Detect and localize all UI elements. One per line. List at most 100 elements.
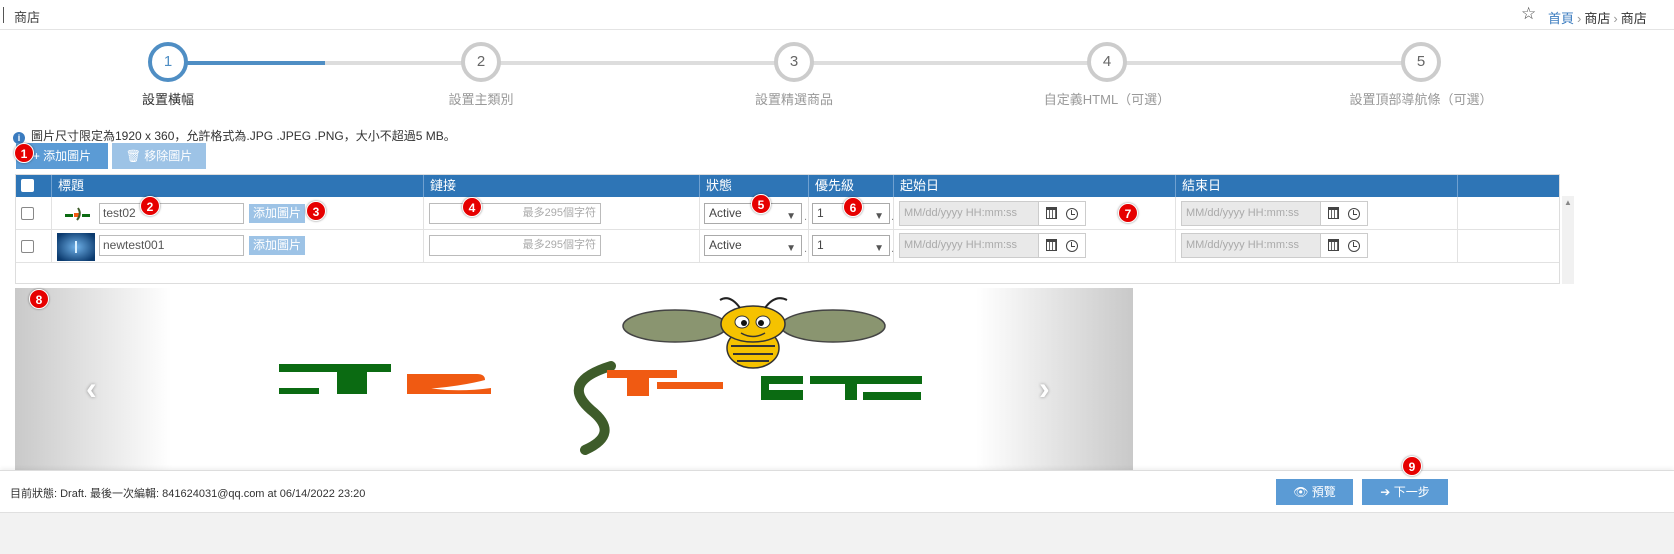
carousel-prev-icon[interactable]: ‹ [86, 370, 97, 407]
trash-icon: 🗑 [125, 149, 145, 163]
remove-image-label: 移除圖片 [144, 149, 193, 163]
calendar-icon[interactable] [1328, 239, 1339, 251]
annotation-badge-1: 1 [14, 143, 34, 163]
row-checkbox[interactable] [21, 240, 34, 253]
annotation-badge-4: 4 [462, 197, 482, 217]
start-date-pickers [1039, 233, 1086, 258]
end-date-cell: MM/dd/yyyy HH:mm:ss [1176, 197, 1458, 230]
breadcrumb: 首頁 › 商店 › 商店 [1548, 8, 1647, 27]
header-link: 鏈接 [424, 175, 700, 197]
annotation-badge-3: 3 [306, 201, 326, 221]
header-status: 狀態 [700, 175, 809, 197]
step-2[interactable]: 2 設置主類別 [381, 42, 581, 108]
draft-status-text: 目前狀態: Draft. 最後一次編輯: 841624031@qq.com at… [10, 488, 366, 500]
table-row: newtest001 添加圖片 最多295個字符 Active ▼ . 1 ▼ . … [16, 230, 1559, 263]
upload-image-button[interactable]: 添加圖片 [249, 236, 306, 255]
select-cell [16, 230, 52, 263]
table-header: 標題 鏈接 狀態 優先級 起始日 結束日 [16, 175, 1559, 197]
step-1[interactable]: 1 設置橫幅 [68, 42, 268, 108]
add-image-label: 添加圖片 [43, 149, 92, 163]
arrow-right-icon: ➔ [1380, 485, 1394, 499]
calendar-icon[interactable] [1328, 207, 1339, 219]
step-circle: 1 [148, 42, 188, 82]
link-cell: 最多295個字符 [424, 230, 700, 263]
calendar-icon[interactable] [1046, 207, 1057, 219]
start-date-input[interactable]: MM/dd/yyyy HH:mm:ss [899, 233, 1039, 258]
step-3[interactable]: 3 設置精選商品 [694, 42, 894, 108]
page-title: 商店 [14, 10, 41, 25]
banner-thumbnail [57, 233, 95, 261]
next-step-button[interactable]: ➔ 下一步 [1362, 479, 1448, 505]
title-input[interactable]: newtest001 [99, 235, 244, 256]
end-date-input[interactable]: MM/dd/yyyy HH:mm:ss [1181, 233, 1321, 258]
breadcrumb-home[interactable]: 首頁 [1548, 11, 1574, 26]
banner-table: 標題 鏈接 狀態 優先級 起始日 結束日 test02 添加圖片 最多295個字… [15, 174, 1560, 284]
table-scrollbar[interactable]: ▲ [1562, 196, 1574, 284]
step-circle: 5 [1401, 42, 1441, 82]
next-step-label: 下一步 [1393, 485, 1430, 499]
chevron-down-icon: ▼ [786, 211, 796, 222]
upload-image-button[interactable]: 添加圖片 [249, 204, 306, 223]
status-cell: Active ▼ . [700, 230, 809, 263]
header-priority: 優先級 [809, 175, 894, 197]
title-input[interactable]: test02 [99, 203, 244, 224]
start-date-input[interactable]: MM/dd/yyyy HH:mm:ss [899, 201, 1039, 226]
breadcrumb-item[interactable]: 商店 [1584, 11, 1610, 26]
wizard-stepper: 1 設置橫幅 2 設置主類別 3 設置精選商品 4 自定義HTML（可選） 5 … [0, 42, 1674, 110]
select-all-checkbox[interactable] [21, 179, 34, 192]
step-label: 設置精選商品 [754, 92, 833, 107]
step-circle: 2 [461, 42, 501, 82]
end-date-input[interactable]: MM/dd/yyyy HH:mm:ss [1181, 201, 1321, 226]
annotation-badge-6: 6 [843, 197, 863, 217]
top-bar: 商店 ☆ 首頁 › 商店 › 商店 [0, 0, 1674, 30]
page-bottom-area [0, 512, 1674, 554]
preview-button[interactable]: 👁 預覽 [1276, 479, 1353, 505]
chevron-right-icon: › [1577, 11, 1582, 26]
priority-select[interactable]: 1 ▼ [812, 235, 890, 256]
status-select[interactable]: Active ▼ [704, 235, 802, 256]
header-start-date: 起始日 [894, 175, 1176, 197]
image-requirement-notice: i 圖片尺寸限定為1920 x 360，允許格式為.JPG .JPEG .PNG，… [13, 127, 456, 144]
status-value: Active [709, 206, 742, 220]
title-cell: newtest001 添加圖片 [52, 230, 424, 263]
header-select-col [16, 175, 52, 197]
row-checkbox[interactable] [21, 207, 34, 220]
clock-icon[interactable] [1348, 240, 1360, 252]
step-label: 設置主類別 [448, 92, 514, 107]
notice-text: 圖片尺寸限定為1920 x 360，允許格式為.JPG .JPEG .PNG，大… [31, 129, 456, 143]
step-4[interactable]: 4 自定義HTML（可選） [1007, 42, 1207, 108]
step-5[interactable]: 5 設置頂部導航條（可選） [1321, 42, 1521, 108]
step-circle: 3 [774, 42, 814, 82]
annotation-badge-8: 8 [29, 289, 49, 309]
end-date-pickers [1321, 201, 1368, 226]
footer-bar: 目前狀態: Draft. 最後一次編輯: 841624031@qq.com at… [0, 470, 1674, 512]
priority-value: 1 [817, 238, 824, 252]
separator-dot: . [804, 243, 808, 255]
calendar-icon[interactable] [1046, 239, 1057, 251]
carousel-next-icon[interactable]: › [1039, 370, 1050, 407]
remove-image-button[interactable]: 🗑 移除圖片 [112, 143, 206, 169]
start-date-pickers [1039, 201, 1086, 226]
table-row: test02 添加圖片 最多295個字符 Active ▼ . 1 ▼ . MM/d… [16, 197, 1559, 230]
annotation-badge-7: 7 [1118, 203, 1138, 223]
title-cell: test02 添加圖片 [52, 197, 424, 230]
link-input[interactable]: 最多295個字符 [429, 203, 601, 224]
banner-preview-carousel: ‹ › [15, 288, 1133, 470]
select-cell [16, 197, 52, 230]
link-input[interactable]: 最多295個字符 [429, 235, 601, 256]
clock-icon[interactable] [1066, 240, 1078, 252]
header-end-date: 結束日 [1176, 175, 1458, 197]
step-label: 設置橫幅 [141, 92, 194, 107]
scroll-up-icon[interactable]: ▲ [1564, 198, 1572, 207]
annotation-badge-5: 5 [751, 194, 771, 214]
clock-icon[interactable] [1066, 208, 1078, 220]
priority-cell: 1 ▼ . [809, 230, 894, 263]
step-circle: 4 [1087, 42, 1127, 82]
clock-icon[interactable] [1348, 208, 1360, 220]
end-date-pickers [1321, 233, 1368, 258]
annotation-badge-2: 2 [140, 196, 160, 216]
chevron-down-icon: ▼ [874, 243, 884, 254]
star-icon[interactable]: ☆ [1521, 4, 1536, 24]
step-label: 自定義HTML（可選） [1043, 92, 1171, 107]
annotation-badge-9: 9 [1402, 456, 1422, 476]
